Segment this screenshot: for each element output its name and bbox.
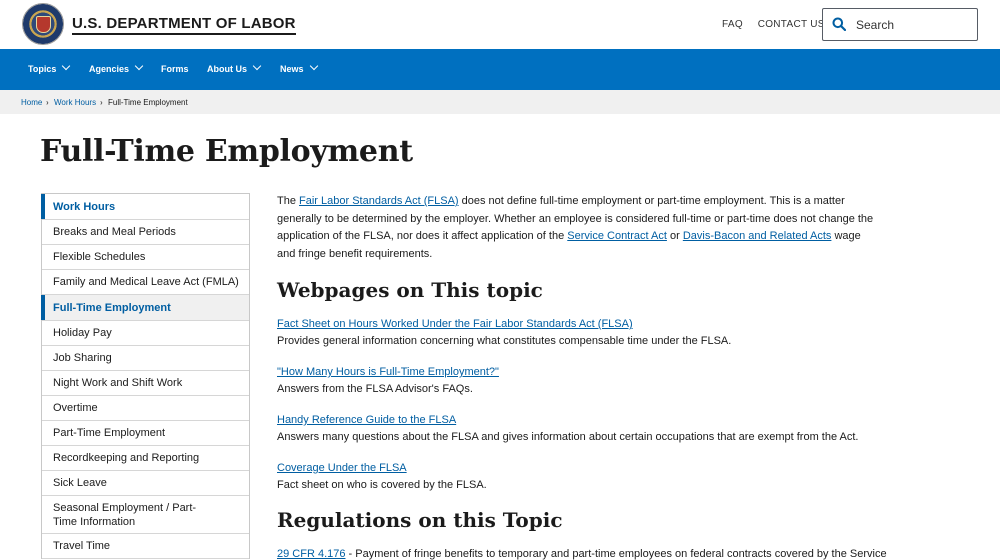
nav-news-label: News [280, 64, 304, 74]
list-item: Coverage Under the FLSA Fact sheet on wh… [277, 460, 877, 494]
intro-text-3: or [666, 230, 683, 242]
sidebar-item-sick-leave[interactable]: Sick Leave [42, 471, 249, 496]
webpage-link[interactable]: Handy Reference Guide to the FLSA [277, 412, 877, 429]
main-content: The Fair Labor Standards Act (FLSA) does… [277, 193, 887, 560]
intro-paragraph: The Fair Labor Standards Act (FLSA) does… [277, 193, 877, 263]
list-item: Fact Sheet on Hours Worked Under the Fai… [277, 316, 877, 350]
breadcrumb-work-hours[interactable]: Work Hours [54, 98, 96, 107]
nav-about-us-label: About Us [207, 64, 247, 74]
sidebar-item-work-hours[interactable]: Work Hours [41, 194, 249, 220]
sidebar-item-holiday-pay[interactable]: Holiday Pay [42, 321, 249, 346]
dol-seal-logo[interactable] [22, 3, 64, 45]
regulation-item: 29 CFR 4.176 - Payment of fringe benefit… [277, 546, 887, 560]
sidebar-item-night-work[interactable]: Night Work and Shift Work [42, 371, 249, 396]
breadcrumb-separator-icon: › [46, 98, 49, 107]
chevron-down-icon [134, 61, 144, 71]
regulation-link[interactable]: 29 CFR 4.176 [277, 548, 345, 560]
davis-bacon-link[interactable]: Davis-Bacon and Related Acts [683, 230, 832, 242]
breadcrumb-current: Full-Time Employment [108, 98, 188, 107]
regulations-heading: Regulations on this Topic [277, 508, 563, 532]
nav-agencies[interactable]: Agencies [89, 49, 144, 90]
list-item: Handy Reference Guide to the FLSA Answer… [277, 412, 877, 446]
nav-topics-label: Topics [28, 64, 57, 74]
main-nav: Topics Agencies Forms About Us News [0, 49, 1000, 90]
sidebar-nav: Work Hours Breaks and Meal Periods Flexi… [41, 193, 250, 559]
service-contract-act-link[interactable]: Service Contract Act [567, 230, 667, 242]
site-header: U.S. DEPARTMENT OF LABOR FAQ CONTACT US … [0, 0, 1000, 49]
intro-text-1: The [277, 195, 300, 207]
sidebar-item-overtime[interactable]: Overtime [42, 396, 249, 421]
nav-agencies-label: Agencies [89, 64, 130, 74]
search-icon [832, 17, 846, 31]
sidebar-item-seasonal-employment[interactable]: Seasonal Employment / Part-Time Informat… [42, 496, 249, 534]
webpage-description: Provides general information concerning … [277, 335, 732, 347]
chevron-down-icon [62, 61, 71, 71]
nav-news[interactable]: News [280, 49, 318, 90]
nav-about-us[interactable]: About Us [207, 49, 262, 90]
nav-forms[interactable]: Forms [161, 49, 189, 90]
flsa-link[interactable]: Fair Labor Standards Act (FLSA) [299, 195, 459, 207]
breadcrumb: Home › Work Hours › Full-Time Employment [0, 90, 1000, 114]
webpage-description: Fact sheet on who is covered by the FLSA… [277, 479, 487, 491]
sidebar-item-travel-time[interactable]: Travel Time [42, 534, 249, 559]
nav-topics[interactable]: Topics [28, 49, 71, 90]
webpage-description: Answers from the FLSA Advisor's FAQs. [277, 383, 473, 395]
webpage-description: Answers many questions about the FLSA an… [277, 431, 859, 443]
contact-us-link[interactable]: CONTACT US [758, 19, 825, 30]
regulation-text: - Payment of fringe benefits to temporar… [345, 548, 887, 560]
page-title: Full-Time Employment [40, 134, 413, 169]
webpage-link[interactable]: Fact Sheet on Hours Worked Under the Fai… [277, 316, 877, 333]
breadcrumb-separator-icon: › [100, 98, 103, 107]
chevron-down-icon [309, 61, 318, 71]
sidebar-item-breaks[interactable]: Breaks and Meal Periods [42, 220, 249, 245]
breadcrumb-home[interactable]: Home [21, 98, 42, 107]
search-placeholder: Search [856, 18, 895, 32]
utility-links: FAQ CONTACT US [722, 19, 837, 30]
sidebar-item-recordkeeping[interactable]: Recordkeeping and Reporting [42, 446, 249, 471]
webpages-heading: Webpages on This topic [277, 278, 543, 302]
agency-brand-link[interactable]: U.S. DEPARTMENT OF LABOR [72, 15, 296, 35]
faq-link[interactable]: FAQ [722, 19, 743, 30]
webpage-link[interactable]: "How Many Hours is Full-Time Employment?… [277, 364, 877, 381]
list-item: "How Many Hours is Full-Time Employment?… [277, 364, 877, 398]
sidebar-item-part-time-employment[interactable]: Part-Time Employment [42, 421, 249, 446]
sidebar-item-fmla[interactable]: Family and Medical Leave Act (FMLA) [42, 270, 249, 295]
nav-forms-label: Forms [161, 64, 189, 74]
sidebar-item-job-sharing[interactable]: Job Sharing [42, 346, 249, 371]
sidebar-item-flexible-schedules[interactable]: Flexible Schedules [42, 245, 249, 270]
chevron-down-icon [252, 61, 262, 71]
webpage-link[interactable]: Coverage Under the FLSA [277, 460, 877, 477]
sidebar-item-full-time-employment[interactable]: Full-Time Employment [41, 295, 249, 321]
search-input[interactable]: Search [822, 8, 978, 41]
